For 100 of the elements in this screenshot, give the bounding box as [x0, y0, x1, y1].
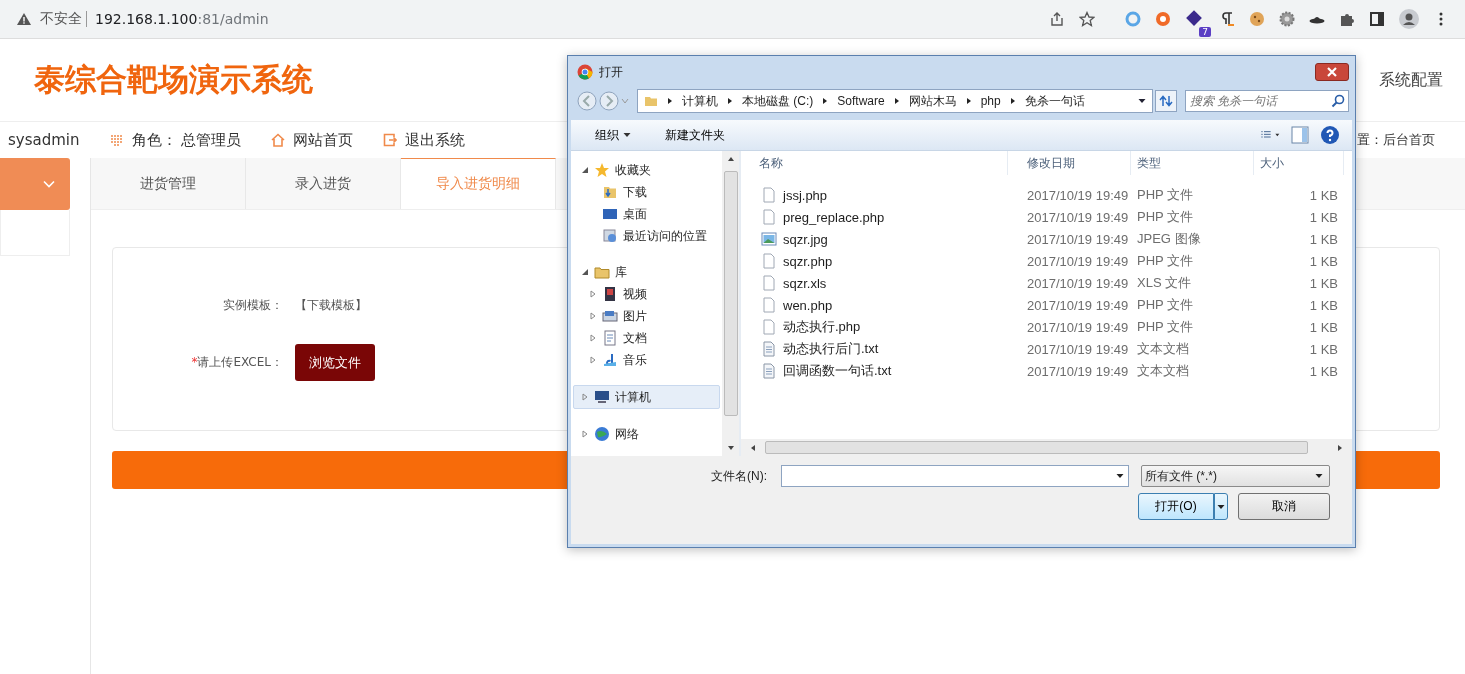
file-type-dropdown[interactable]: 所有文件 (*.*) [1141, 465, 1330, 487]
network-icon [594, 426, 610, 442]
file-icon [761, 319, 777, 335]
breadcrumb-item[interactable]: php [980, 94, 1001, 108]
cookie-icon[interactable] [1249, 11, 1265, 27]
file-name[interactable]: 动态执行后门.txt [783, 340, 879, 358]
gear-icon[interactable] [1279, 11, 1295, 27]
file-size: 1 KB [1308, 341, 1339, 357]
help-icon[interactable] [1320, 125, 1340, 145]
cancel-button[interactable]: 取消 [1238, 493, 1330, 520]
path-bar[interactable]: 计算机 本地磁盘 (C:) Software 网站木马 php 免杀一句话 [637, 89, 1153, 113]
file-date: 2017/10/19 19:49 [1026, 187, 1130, 203]
tree-item[interactable]: 桌面 [571, 203, 722, 225]
column-header[interactable]: 修改日期 [1008, 151, 1131, 175]
file-date: 2017/10/19 19:49 [1026, 297, 1130, 313]
breadcrumb-item[interactable]: 本地磁盘 (C:) [742, 92, 814, 110]
file-name[interactable]: sqzr.xls [783, 275, 827, 291]
file-type: PHP 文件 [1136, 252, 1195, 270]
chrome-icon [577, 64, 593, 80]
column-header[interactable]: 类型 [1131, 151, 1254, 175]
toolbar-button[interactable]: 组织 [581, 123, 641, 147]
search-field[interactable]: 搜索 免杀一句话 [1185, 90, 1349, 112]
file-name[interactable]: preg_replace.php [783, 209, 885, 225]
file-name[interactable]: sqzr.php [783, 253, 833, 269]
filename-field[interactable] [781, 465, 1129, 487]
refresh-button[interactable] [1155, 90, 1177, 112]
favorites-icon [594, 162, 610, 178]
column-header[interactable]: 名称 [741, 151, 1008, 175]
file-name[interactable]: sqzr.jpg [783, 231, 828, 247]
browse-file-button[interactable]: 浏览文件 [295, 344, 375, 381]
lifebuoy-icon[interactable] [1155, 11, 1171, 27]
file-type: JPEG 图像 [1136, 230, 1202, 248]
tree-item[interactable]: 文档 [571, 327, 722, 349]
scrollbar[interactable] [722, 151, 739, 456]
scroll-up-icon[interactable] [726, 155, 735, 163]
avatar-icon[interactable] [1399, 9, 1419, 29]
tree-item[interactable]: 计算机 [573, 385, 720, 409]
file-type: PHP 文件 [1136, 318, 1195, 336]
breadcrumb-item[interactable]: 网站木马 [908, 92, 957, 110]
desktop-icon [602, 206, 618, 222]
file-size: 1 KB [1308, 209, 1339, 225]
breadcrumb-item[interactable]: Software [837, 94, 885, 108]
tree-item[interactable]: 最近访问的位置 [571, 225, 722, 247]
scroll-right-icon[interactable] [1336, 443, 1344, 452]
open-button[interactable]: 打开(O) [1138, 493, 1214, 520]
share-icon[interactable] [1049, 11, 1065, 27]
breadcrumb-item[interactable]: 免杀一句话 [1024, 92, 1085, 110]
breadcrumb-arrow-icon [666, 97, 674, 105]
file-type: 文本文档 [1136, 362, 1190, 380]
extension-badge: 7 [1199, 27, 1211, 37]
close-button[interactable] [1315, 63, 1349, 81]
breadcrumb-arrow-icon [726, 97, 734, 105]
star-icon[interactable] [1079, 11, 1095, 27]
file-name[interactable]: 回调函数一句话.txt [783, 362, 892, 380]
puzzle-icon[interactable] [1339, 11, 1355, 27]
file-name[interactable]: 动态执行.php [783, 318, 861, 336]
tree-item[interactable]: 视频 [571, 283, 722, 305]
file-date: 2017/10/19 19:49 [1026, 209, 1130, 225]
breadcrumb-item[interactable]: 计算机 [682, 92, 718, 110]
breadcrumb-arrow-icon [964, 97, 973, 105]
file-size: 1 KB [1308, 253, 1339, 269]
dropdown-caret-icon [1138, 97, 1146, 105]
file-name[interactable]: wen.php [783, 297, 833, 313]
music-icon [602, 352, 618, 368]
text-file-icon [761, 363, 777, 379]
url-text[interactable]: 192.168.1.100:81/admin [95, 11, 269, 27]
system-config-link[interactable]: 系统配置 [1379, 69, 1443, 91]
tree-item[interactable]: 网络 [571, 423, 722, 445]
toolbar-button[interactable]: 新建文件夹 [651, 123, 735, 147]
tree-item[interactable]: 收藏夹 [571, 159, 722, 181]
security-label[interactable]: 不安全 [40, 10, 82, 28]
file-date: 2017/10/19 19:49 [1026, 319, 1130, 335]
sidebar-panel [0, 210, 70, 256]
download-template-link[interactable]: 【下载模板】 [295, 297, 367, 314]
scroll-left-icon[interactable] [749, 443, 757, 452]
tree-item[interactable]: 图片 [571, 305, 722, 327]
tree-item[interactable]: 库 [571, 261, 722, 283]
open-options-button[interactable] [1214, 493, 1228, 520]
documents-icon [602, 330, 618, 346]
pictures-icon [602, 308, 618, 324]
nav-link[interactable]: 网站首页 [271, 130, 354, 150]
tree-item[interactable]: 下载 [571, 181, 722, 203]
refresh-icon [1159, 95, 1173, 107]
file-type: 文本文档 [1136, 340, 1190, 358]
file-icon [761, 253, 777, 269]
breadcrumb-arrow-icon [892, 97, 901, 105]
diamond-icon[interactable] [1185, 9, 1203, 27]
column-header[interactable]: 大小 [1254, 151, 1344, 175]
pilcrow-icon[interactable] [1219, 11, 1235, 27]
nav-link[interactable]: 退出系统 [383, 130, 466, 150]
scrollbar[interactable] [741, 439, 1352, 456]
sidebar-icon[interactable] [1369, 11, 1385, 27]
file-date: 2017/10/19 19:49 [1026, 341, 1130, 357]
list-icon [109, 133, 124, 147]
tree-item[interactable]: 音乐 [571, 349, 722, 371]
file-type: PHP 文件 [1136, 208, 1195, 226]
search-icon [1331, 94, 1345, 108]
file-name[interactable]: jssj.php [783, 187, 828, 203]
file-date: 2017/10/19 19:49 [1026, 363, 1130, 379]
downloads-icon [602, 184, 618, 200]
